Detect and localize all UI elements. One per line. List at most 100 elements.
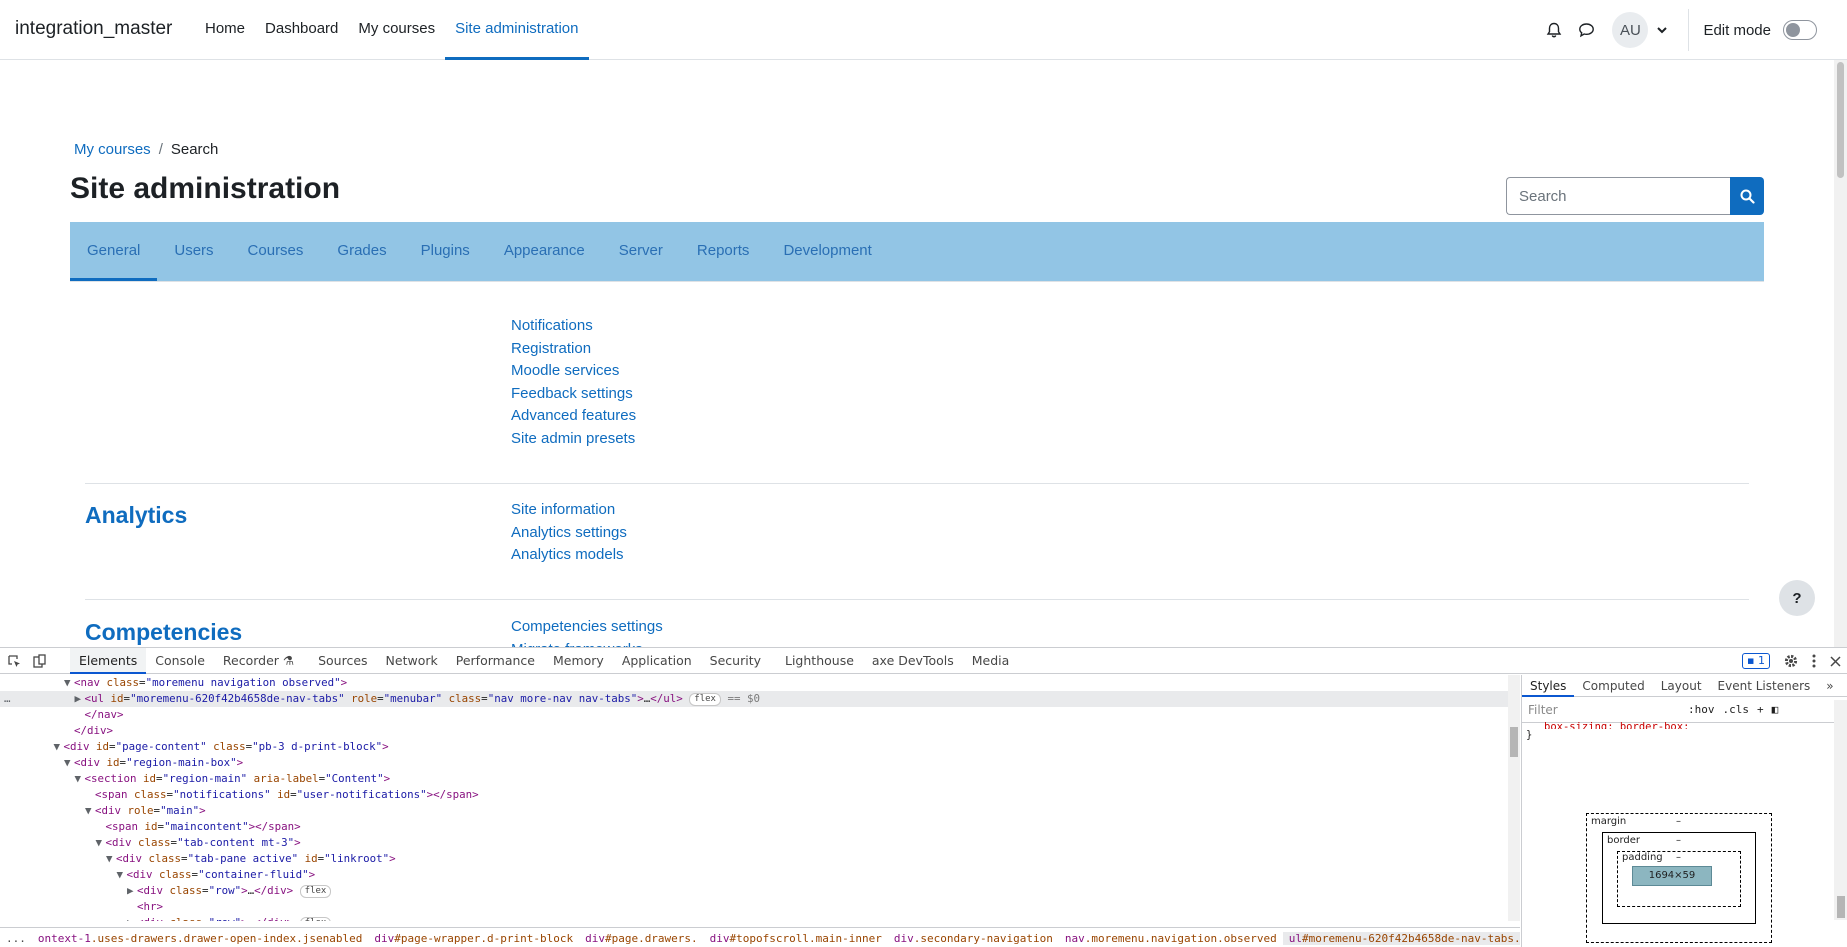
tab-grades[interactable]: Grades xyxy=(320,222,403,281)
styles-tab-layout[interactable]: Layout xyxy=(1653,675,1710,697)
devtools-breadcrumb-item[interactable]: ul#moremenu-620f42b4658de-nav-tabs.nav.m… xyxy=(1282,931,1520,945)
cls-toggle[interactable]: .cls xyxy=(1723,703,1750,716)
tab-general[interactable]: General xyxy=(70,222,158,281)
nav-item-dashboard[interactable]: Dashboard xyxy=(255,0,348,60)
gear-icon[interactable] xyxy=(1784,654,1798,668)
expand-triangle-icon[interactable]: ▼ xyxy=(85,803,95,819)
breadcrumb-my-courses[interactable]: My courses xyxy=(74,141,151,158)
link-site-admin-presets[interactable]: Site admin presets xyxy=(511,428,636,451)
dom-node[interactable]: ▶<div class="row">…</div> flex xyxy=(0,883,1508,899)
chevron-down-icon[interactable] xyxy=(1652,20,1672,40)
devtools-breadcrumb-item[interactable]: ontext-1.uses-drawers.drawer-open-index.… xyxy=(32,932,369,945)
expand-triangle-icon[interactable]: ▼ xyxy=(64,755,74,771)
devtools-tab-security[interactable]: Security xyxy=(701,648,770,674)
nav-item-home[interactable]: Home xyxy=(195,0,255,60)
expand-triangle-icon[interactable]: ▼ xyxy=(54,739,64,755)
link-moodle-services[interactable]: Moodle services xyxy=(511,360,636,383)
elements-scrollbar[interactable] xyxy=(1508,675,1520,921)
node-more-icon[interactable]: … xyxy=(4,691,11,707)
dom-node[interactable]: ▼ <div class="tab-content mt-3"> xyxy=(0,835,1508,851)
flex-badge[interactable]: flex xyxy=(689,692,721,706)
section-heading-analytics[interactable]: Analytics xyxy=(85,502,187,529)
link-feedback-settings[interactable]: Feedback settings xyxy=(511,383,636,406)
site-brand[interactable]: integration_master xyxy=(15,18,172,40)
devtools-breadcrumb-item[interactable]: div#page-wrapper.d-print-block xyxy=(368,932,579,945)
avatar[interactable]: AU xyxy=(1612,12,1649,48)
tab-server[interactable]: Server xyxy=(602,222,680,281)
devtools-tab-recorder[interactable]: Recorder ⚗ xyxy=(214,648,303,674)
dom-node[interactable]: ▼ <div id="page-content" class="pb-3 d-pr… xyxy=(0,739,1508,755)
search-input[interactable] xyxy=(1506,177,1730,215)
link-analytics-settings[interactable]: Analytics settings xyxy=(511,522,627,545)
styles-tab-styles[interactable]: Styles xyxy=(1522,675,1575,697)
styles-tab-event-listeners[interactable]: Event Listeners xyxy=(1710,675,1819,697)
dom-node[interactable]: <span class="notifications" id="user-not… xyxy=(0,787,1508,803)
expand-triangle-icon[interactable]: ▶ xyxy=(127,883,137,899)
expand-triangle-icon[interactable]: ▶ xyxy=(127,915,137,921)
close-icon[interactable] xyxy=(1830,655,1841,667)
link-site-information[interactable]: Site information xyxy=(511,499,627,522)
tab-courses[interactable]: Courses xyxy=(231,222,321,281)
dom-node-selected[interactable]: … ▶ <ul id="moremenu-620f42b4658de-nav-tab… xyxy=(0,691,1508,707)
devtools-tab-network[interactable]: Network xyxy=(377,648,447,674)
elements-scrollbar-thumb[interactable] xyxy=(1510,727,1518,757)
devtools-tab-axe[interactable]: axe DevTools xyxy=(863,648,963,674)
flex-badge[interactable]: flex xyxy=(299,884,332,898)
styles-tab-computed[interactable]: Computed xyxy=(1574,675,1652,697)
devtools-tab-application[interactable]: Application xyxy=(613,648,701,674)
dom-node[interactable]: ▼ <div role="main"> xyxy=(0,803,1508,819)
expand-triangle-icon[interactable]: ▶ xyxy=(75,691,85,707)
chat-bubble-icon[interactable] xyxy=(1570,14,1602,46)
styles-scrollbar[interactable] xyxy=(1834,700,1847,920)
dom-node[interactable]: ▼ <div id="region-main-box"> xyxy=(0,755,1508,771)
dom-node[interactable]: <hr> xyxy=(0,899,1508,915)
devtools-tab-console[interactable]: Console xyxy=(146,648,214,674)
devtools-breadcrumb-item[interactable]: div.secondary-navigation xyxy=(888,932,1059,945)
device-toolbar-icon[interactable] xyxy=(28,648,52,674)
link-competencies-settings[interactable]: Competencies settings xyxy=(511,616,663,639)
expand-triangle-icon[interactable]: ▼ xyxy=(117,867,127,883)
expand-triangle-icon[interactable]: ▼ xyxy=(64,675,74,691)
inspect-element-icon[interactable] xyxy=(0,648,28,674)
tab-appearance[interactable]: Appearance xyxy=(487,222,602,281)
devtools-tab-performance[interactable]: Performance xyxy=(447,648,544,674)
tab-plugins[interactable]: Plugins xyxy=(404,222,487,281)
dom-node[interactable]: ▼ <div class="container-fluid"> xyxy=(0,867,1508,883)
dom-node[interactable]: ▶<div class="row">…</div> flex xyxy=(0,915,1508,921)
chevron-right-icon[interactable]: » xyxy=(1818,675,1841,697)
crumbs-ellipsis[interactable]: ... xyxy=(0,932,32,945)
dom-node[interactable]: </div> xyxy=(0,723,1508,739)
link-registration[interactable]: Registration xyxy=(511,338,636,361)
tab-development[interactable]: Development xyxy=(766,222,888,281)
link-migrate-frameworks[interactable]: Migrate frameworks xyxy=(511,639,663,647)
nav-item-site-administration[interactable]: Site administration xyxy=(445,0,589,60)
issues-badge[interactable]: ▪ 1 xyxy=(1742,653,1770,669)
more-options-icon[interactable] xyxy=(1812,654,1816,668)
flex-badge[interactable]: flex xyxy=(299,916,332,921)
dom-node[interactable]: </nav> xyxy=(0,707,1508,723)
devtools-tab-memory[interactable]: Memory xyxy=(544,648,613,674)
styles-filter-input[interactable]: Filter xyxy=(1528,703,1688,717)
page-scrollbar[interactable] xyxy=(1834,60,1847,647)
page-scrollbar-thumb[interactable] xyxy=(1837,62,1844,178)
link-advanced-features[interactable]: Advanced features xyxy=(511,405,636,428)
devtools-breadcrumb-item[interactable]: div#topofscroll.main-inner xyxy=(704,932,888,945)
expand-triangle-icon[interactable]: ▼ xyxy=(75,771,85,787)
nav-item-my-courses[interactable]: My courses xyxy=(348,0,445,60)
search-button[interactable] xyxy=(1730,177,1764,215)
devtools-breadcrumb-item[interactable]: nav.moremenu.navigation.observed xyxy=(1059,932,1283,945)
add-rule-icon[interactable]: + xyxy=(1757,703,1764,716)
devtools-tab-media[interactable]: Media xyxy=(963,648,1019,674)
tab-users[interactable]: Users xyxy=(157,222,230,281)
section-heading-competencies[interactable]: Competencies xyxy=(85,619,242,646)
devtools-tab-lighthouse[interactable]: Lighthouse xyxy=(776,648,863,674)
devtools-tab-elements[interactable]: Elements xyxy=(70,648,147,674)
link-notifications[interactable]: Notifications xyxy=(511,315,636,338)
dom-node[interactable]: ▼ <div class="tab-pane active" id="linkro… xyxy=(0,851,1508,867)
devtools-breadcrumb-item[interactable]: div#page.drawers. xyxy=(579,932,704,945)
help-button[interactable]: ? xyxy=(1779,580,1815,616)
devtools-tab-sources[interactable]: Sources xyxy=(309,648,376,674)
link-analytics-models[interactable]: Analytics models xyxy=(511,544,627,567)
dom-node[interactable]: ▼ <section id="region-main" aria-label="C… xyxy=(0,771,1508,787)
dom-node[interactable]: <span id="maincontent"></span> xyxy=(0,819,1508,835)
